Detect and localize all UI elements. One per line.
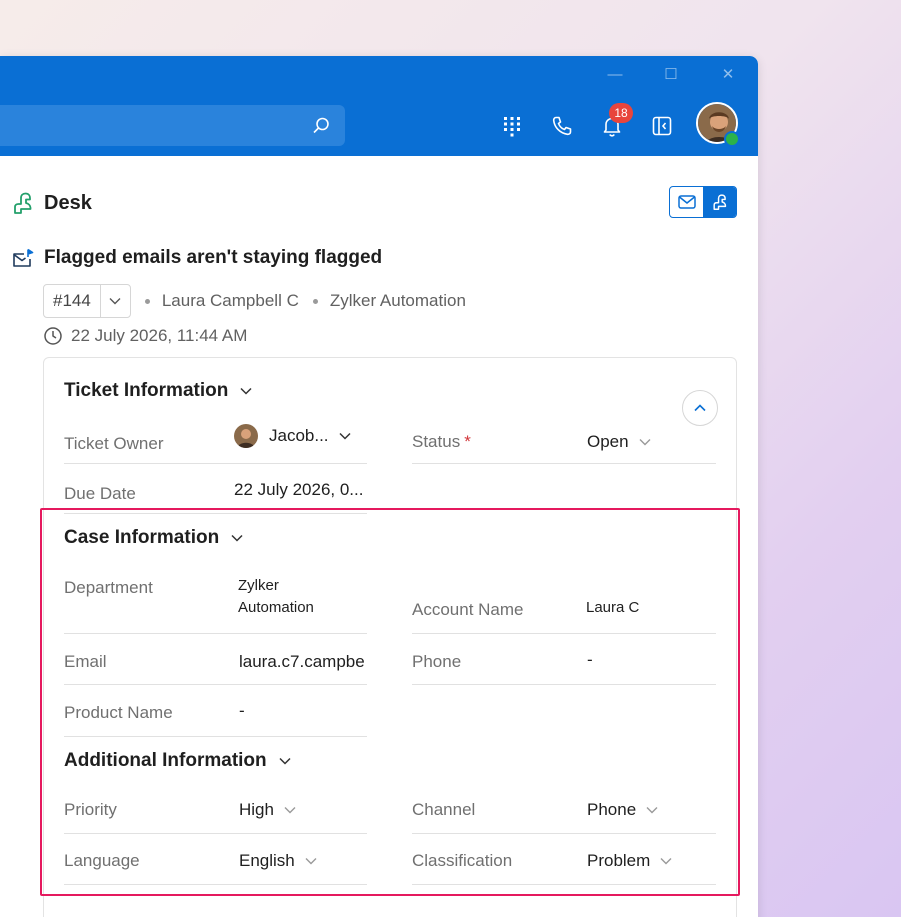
phone-value[interactable]: - (587, 650, 593, 670)
section-title: Additional Information (64, 750, 267, 771)
ticket-meta: #144 Laura Campbell C Zylker Automation (43, 284, 466, 318)
account-name-value[interactable]: Laura C (586, 597, 639, 619)
channel-select[interactable]: Phone (587, 800, 658, 820)
classification-field: Classification Problem (412, 834, 716, 885)
field-label: Product Name (64, 703, 173, 722)
desk-header: Desk (12, 190, 92, 216)
search-box[interactable] (0, 105, 345, 146)
chevron-down-icon (240, 387, 252, 395)
chevron-down-icon (339, 432, 351, 440)
field-value: English (239, 851, 295, 870)
field-label: Language (64, 851, 140, 870)
field-label: Department (64, 578, 153, 597)
priority-field: Priority High (64, 788, 367, 834)
ticket-owner-field: Ticket Owner Jacob... (64, 420, 367, 464)
ticket-information-header[interactable]: Ticket Information (64, 380, 252, 402)
chevron-down-icon (660, 858, 672, 865)
field-label: Account Name (412, 600, 524, 619)
mail-icon (677, 195, 696, 209)
app-window: — ☐ ✕ 18 Desk Flagged emails aren't stay… (0, 56, 758, 917)
owner-avatar-icon (234, 424, 258, 448)
channel-field: Channel Phone (412, 788, 716, 834)
status-field: Status * Open (412, 420, 716, 464)
department-field: Department Zylker Automation (64, 567, 367, 634)
mail-view-button[interactable] (670, 187, 703, 217)
separator-dot (312, 298, 318, 304)
ticket-subject-row: Flagged emails aren't staying flagged (12, 247, 382, 269)
presence-status-indicator (724, 131, 740, 147)
email-value[interactable]: laura.c7.campbe (239, 652, 367, 672)
due-date-field: Due Date 22 July 2026, 0... (64, 464, 367, 514)
field-value: Open (587, 432, 629, 451)
ticket-subject: Flagged emails aren't staying flagged (44, 247, 383, 268)
ticket-owner-select[interactable]: Jacob... (234, 424, 351, 448)
case-information-header[interactable]: Case Information (64, 527, 243, 549)
chevron-down-icon (284, 807, 296, 814)
title-bar: — ☐ ✕ 18 (0, 56, 758, 156)
view-toggle (669, 186, 737, 218)
notification-badge: 18 (609, 103, 633, 123)
separator-dot (144, 298, 150, 304)
dialpad-icon[interactable] (500, 114, 524, 138)
required-marker: * (464, 432, 471, 451)
ticket-number-dropdown[interactable]: #144 (43, 284, 131, 318)
ticket-datetime: 22 July 2026, 11:44 AM (43, 326, 247, 346)
desk-icon (712, 194, 726, 210)
field-label: Email (64, 652, 107, 671)
section-title: Ticket Information (64, 380, 229, 401)
field-value: Problem (587, 851, 651, 870)
minimize-button[interactable]: — (601, 64, 629, 86)
field-value: High (239, 800, 274, 819)
classification-select[interactable]: Problem (587, 851, 672, 871)
desk-icon (14, 192, 32, 214)
field-label: Channel (412, 800, 476, 819)
desk-view-button[interactable] (703, 187, 736, 217)
chevron-down-icon (231, 534, 243, 542)
desk-title: Desk (44, 191, 92, 214)
account-name[interactable]: Zylker Automation (330, 291, 466, 311)
due-date-value[interactable]: 22 July 2026, 0... (234, 480, 363, 500)
chevron-down-icon (305, 858, 317, 865)
field-label: Phone (412, 652, 462, 671)
phone-icon[interactable] (550, 114, 574, 138)
email-field: Email laura.c7.campbe (64, 634, 367, 685)
language-select[interactable]: English (239, 851, 317, 871)
maximize-button[interactable]: ☐ (657, 64, 685, 86)
ticket-details-card: Ticket Information Ticket Owner Jacob... (43, 357, 737, 917)
field-label: Due Date (64, 484, 136, 503)
field-label: Ticket Owner (64, 434, 164, 453)
chevron-down-icon (279, 757, 291, 765)
ticket-number: #144 (44, 285, 101, 317)
search-icon[interactable] (311, 116, 331, 136)
language-field: Language English (64, 834, 367, 885)
chevron-down-icon (639, 439, 651, 446)
desk-pane: Desk Flagged emails aren't staying flagg… (0, 156, 758, 917)
additional-information-header[interactable]: Additional Information (64, 750, 291, 772)
account-name-field: Account Name Laura C (412, 567, 716, 634)
close-button[interactable]: ✕ (714, 64, 742, 86)
field-label: Status * (412, 432, 471, 451)
chevron-up-icon (694, 404, 706, 412)
department-value[interactable]: Zylker Automation (238, 575, 314, 619)
product-name-field: Product Name - (64, 685, 367, 737)
product-name-value[interactable]: - (239, 701, 245, 721)
field-label: Priority (64, 800, 117, 819)
ticket-date: 22 July 2026, 11:44 AM (71, 326, 248, 345)
email-flag-icon (13, 248, 34, 267)
status-select[interactable]: Open (587, 432, 651, 452)
priority-select[interactable]: High (239, 800, 296, 820)
clock-icon (44, 327, 62, 345)
field-value: Phone (587, 800, 637, 819)
contact-name[interactable]: Laura Campbell C (162, 291, 299, 311)
sidebar-toggle-icon[interactable] (650, 114, 674, 138)
field-label: Classification (412, 851, 513, 870)
field-value: Jacob... (269, 426, 329, 445)
chevron-down-icon (646, 807, 658, 814)
section-title: Case Information (64, 527, 220, 548)
phone-field: Phone - (412, 634, 716, 685)
chevron-down-icon[interactable] (101, 285, 130, 317)
